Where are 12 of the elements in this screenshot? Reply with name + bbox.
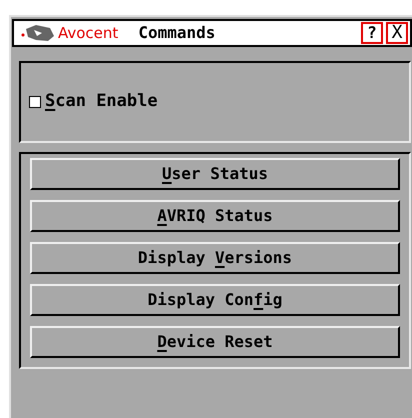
close-button[interactable]: X [386,22,408,44]
command-button[interactable]: Display Config [30,284,400,316]
checkbox-label[interactable]: Scan Enable [45,89,158,115]
brand-name: Avocent [58,22,118,44]
command-button[interactable]: AVRIQ Status [30,200,400,232]
command-button[interactable]: Device Reset [30,326,400,358]
logo-icon [20,23,56,43]
help-button[interactable]: ? [361,22,383,44]
checkbox[interactable] [29,96,41,108]
command-button[interactable]: User Status [30,158,400,190]
window-title: Commands [138,22,216,44]
command-button[interactable]: Display Versions [30,242,400,274]
